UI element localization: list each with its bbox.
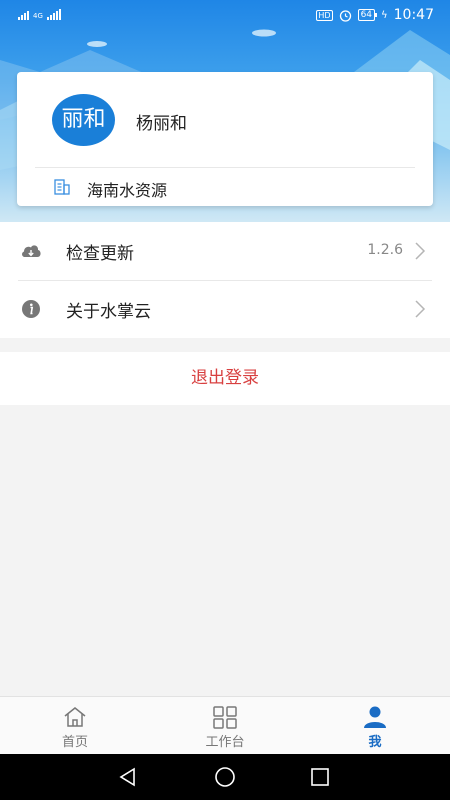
info-icon (22, 300, 40, 318)
tab-workbench[interactable]: 工作台 (150, 697, 300, 755)
settings-menu: 检查更新 1.2.6 关于水掌云 (0, 222, 450, 338)
tab-label: 我 (368, 735, 382, 750)
home-circle-icon[interactable] (214, 766, 236, 788)
network-type: 4G (33, 12, 43, 20)
tab-me[interactable]: 我 (300, 697, 450, 755)
about-item[interactable]: 关于水掌云 (0, 280, 450, 338)
chevron-right-icon (415, 242, 426, 260)
building-icon (54, 179, 70, 195)
user-name: 杨丽和 (136, 114, 187, 134)
version-number: 1.2.6 (367, 242, 403, 258)
menu-item-label: 关于水掌云 (66, 302, 151, 322)
logout-button[interactable]: 退出登录 (0, 352, 450, 405)
person-icon (364, 706, 386, 728)
home-icon (64, 707, 86, 727)
tab-home[interactable]: 首页 (0, 697, 150, 755)
avatar[interactable]: 丽和 (52, 94, 115, 146)
profile-card: 丽和 杨丽和 海南水资源 (17, 72, 433, 206)
tab-label: 首页 (61, 735, 88, 750)
system-navigation-bar (0, 754, 450, 800)
check-update-item[interactable]: 检查更新 1.2.6 (0, 222, 450, 280)
cloud-download-icon (22, 245, 41, 257)
menu-item-label: 检查更新 (66, 244, 134, 264)
tab-label: 工作台 (205, 735, 245, 750)
bottom-tab-bar: 首页 工作台 我 (0, 696, 450, 754)
back-icon[interactable] (118, 767, 138, 787)
chevron-right-icon (415, 300, 426, 318)
organization-name: 海南水资源 (87, 181, 168, 200)
status-bar: 4G HD 64 ϟ 10:47 (0, 0, 450, 32)
alarm-icon (339, 9, 351, 22)
signal-icon (46, 8, 61, 20)
charging-icon: ϟ (381, 9, 388, 21)
hd-badge: HD (316, 9, 333, 21)
signal-icon (18, 8, 29, 20)
battery-indicator: 64 (357, 9, 378, 21)
signal-indicators: 4G (18, 8, 61, 20)
clock: 10:47 (393, 7, 434, 23)
grid-icon (213, 706, 237, 729)
recents-icon[interactable] (310, 767, 330, 787)
divider (35, 167, 415, 168)
